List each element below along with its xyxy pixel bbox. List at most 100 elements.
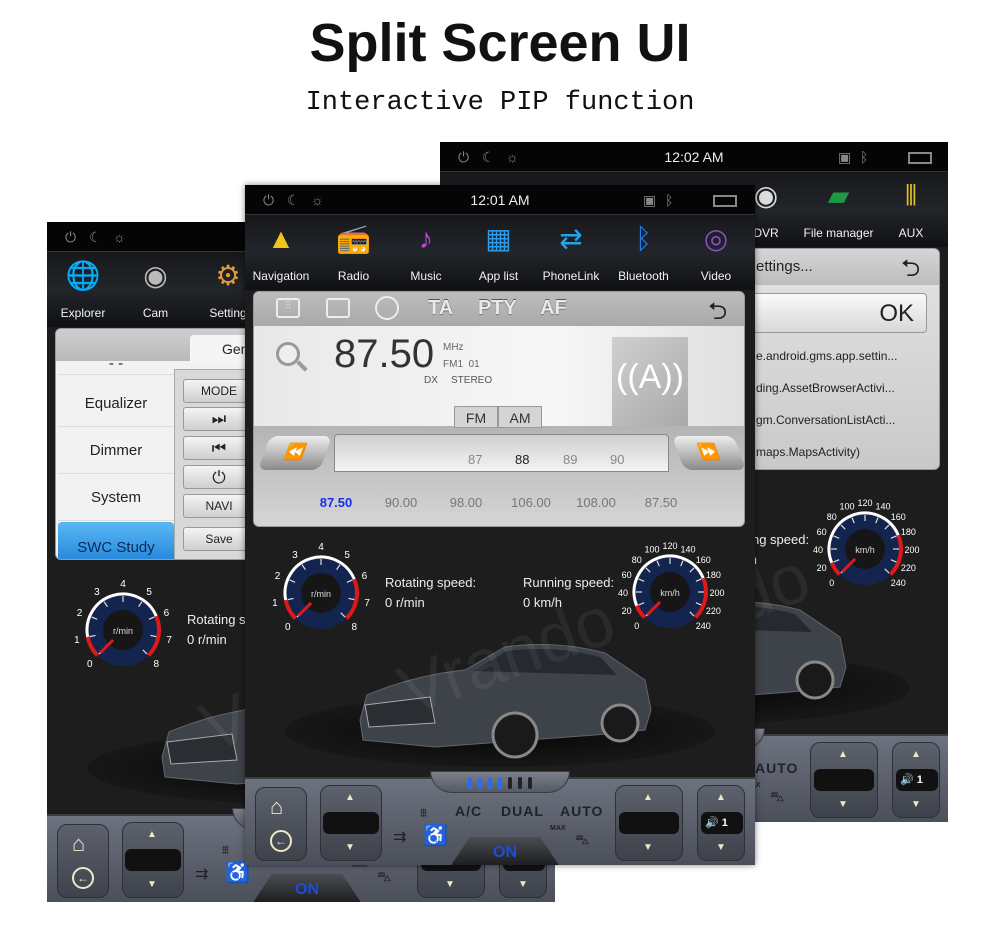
disc-icon[interactable]	[375, 296, 399, 320]
speed-gauge: 020 40 6080100120140160 180 200 220 240 km/h	[618, 541, 725, 631]
frequency-display: 87.50	[334, 332, 435, 376]
multi-window-icon[interactable]	[908, 152, 932, 164]
night-mode-icon[interactable]: ☾	[89, 229, 102, 246]
gauge-tick-label: 4	[120, 579, 126, 590]
airflow-icon[interactable]: ⇉	[393, 827, 406, 847]
list-item[interactable]: e.android.gms.app.settin...	[756, 349, 939, 363]
af-button[interactable]: AF	[540, 297, 567, 320]
preset-2[interactable]: 90.00	[371, 495, 431, 510]
preset-1[interactable]: 87.50	[306, 495, 366, 510]
menu-item-equalizer[interactable]: Equalizer	[58, 381, 174, 427]
scale-label: 90	[610, 452, 625, 467]
right-temp-control[interactable]: ▲▼	[810, 742, 878, 818]
gauge-tick-label: 200	[709, 588, 724, 598]
app-aux[interactable]: ⫴ AUX	[875, 172, 947, 247]
gauge-tick-label: 1	[272, 598, 278, 609]
brightness-icon[interactable]: ☼	[113, 229, 126, 245]
dialog-title: ettings...	[756, 258, 813, 275]
pty-button[interactable]: PTY	[478, 297, 517, 320]
temp-down-icon[interactable]: ▼	[345, 842, 355, 853]
preset-5[interactable]: 108.00	[566, 495, 626, 510]
auto-button[interactable]: AUTO	[755, 760, 798, 776]
app-cam[interactable]: ◉ Cam	[120, 252, 192, 327]
volume-control[interactable]: ▲ 🔊 1 ▼	[697, 785, 745, 861]
brightness-icon[interactable]: ☼	[506, 149, 519, 165]
app-bluetooth[interactable]: ᛒ Bluetooth	[608, 215, 680, 290]
app-phonelink[interactable]: ⇄ PhoneLink	[535, 215, 607, 290]
home-icon[interactable]: ⌂	[270, 794, 283, 820]
volume-down-icon[interactable]: ▼	[716, 842, 726, 853]
defrost-icon[interactable]: ⩩	[420, 805, 427, 821]
app-music[interactable]: ♪ Music	[390, 215, 462, 290]
menu-item-dimmer[interactable]: Dimmer	[58, 428, 174, 474]
airflow-icon[interactable]: ⇉	[195, 864, 208, 884]
recirculation-icon[interactable]: ⛍	[377, 868, 391, 887]
night-mode-icon[interactable]: ☾	[287, 192, 300, 209]
preset-3[interactable]: 98.00	[436, 495, 496, 510]
app-radio[interactable]: 📻 Radio	[318, 215, 390, 290]
power-on-button[interactable]: ON	[450, 837, 560, 865]
menu-item-top[interactable]: - -	[58, 353, 174, 375]
menu-item-swc-study[interactable]: SWC Study	[58, 522, 174, 559]
seek-next-button[interactable]: ⏩	[671, 436, 744, 470]
am-button[interactable]: AM	[498, 406, 542, 428]
menu-item-system[interactable]: System	[58, 475, 174, 521]
temp-down-icon[interactable]: ▼	[838, 799, 848, 810]
temp-up-icon[interactable]: ▲	[147, 829, 157, 840]
fan-level-bar	[468, 777, 472, 789]
left-temp-control[interactable]: ▲▼	[320, 785, 382, 861]
list-item[interactable]: gm.ConversationListActi...	[756, 413, 939, 427]
brightness-icon[interactable]: ☼	[311, 192, 324, 208]
night-mode-icon[interactable]: ☾	[482, 149, 495, 166]
app-file-manager[interactable]: ▰ File manager	[803, 172, 875, 247]
seat-icon[interactable]: ♿	[423, 823, 448, 848]
volume-down-icon[interactable]: ▼	[911, 799, 921, 810]
back-icon[interactable]: ←	[72, 867, 94, 889]
volume-control[interactable]: ▲ 🔊 1 ▼	[892, 742, 940, 818]
back-icon[interactable]: ←	[270, 830, 292, 852]
multi-window-icon[interactable]	[713, 195, 737, 207]
gauge-tick-label: 20	[622, 606, 632, 616]
gauge-tick-label: 1	[74, 635, 80, 646]
climate-bar: ⌂←▲▼⩩A/CDUALAUTO⇉♿ONMAX⛍▲▼▲🔊 1▼	[245, 771, 755, 865]
seek-prev-button[interactable]: ⏪	[257, 436, 333, 470]
temp-down-icon[interactable]: ▼	[643, 842, 653, 853]
app-explorer[interactable]: 🌐 Explorer	[47, 252, 119, 327]
power-on-button[interactable]: ON	[252, 874, 362, 902]
temp-up-icon[interactable]: ▲	[838, 749, 848, 760]
fm-button[interactable]: FM	[454, 406, 498, 428]
app-video[interactable]: ◎ Video	[680, 215, 752, 290]
speaker-icon[interactable]	[326, 298, 350, 318]
power-icon[interactable]: ⏻	[65, 229, 76, 246]
temp-up-icon[interactable]: ▲	[643, 792, 653, 803]
left-temp-control[interactable]: ▲▼	[122, 822, 184, 898]
gauge-tick-label: 160	[891, 512, 906, 522]
right-temp-control[interactable]: ▲▼	[615, 785, 683, 861]
power-icon[interactable]: ⏻	[458, 149, 469, 166]
defrost-icon[interactable]: ⩩	[222, 842, 229, 858]
back-icon[interactable]: ⮌	[901, 251, 920, 292]
preset-4[interactable]: 106.00	[501, 495, 561, 510]
list-item[interactable]: ding.AssetBrowserActivi...	[756, 381, 939, 395]
dual-button[interactable]: DUAL	[501, 803, 544, 819]
app-app-list[interactable]: ▦ App list	[463, 215, 535, 290]
ta-button[interactable]: TA	[428, 297, 453, 320]
fan-speed-indicator[interactable]	[430, 771, 570, 793]
power-icon[interactable]: ⏻	[263, 192, 274, 209]
preset-6[interactable]: 87.50	[631, 495, 691, 510]
home-icon[interactable]: ⌂	[72, 831, 85, 857]
volume-up-icon[interactable]: ▲	[716, 792, 726, 803]
app-navigation[interactable]: ▲ Navigation	[245, 215, 317, 290]
volume-display: 🔊 1	[701, 812, 743, 834]
list-item[interactable]: maps.MapsActivity)	[756, 445, 939, 459]
recirculation-icon[interactable]: ⛍	[770, 788, 784, 807]
volume-down-icon[interactable]: ▼	[518, 879, 528, 890]
temp-down-icon[interactable]: ▼	[445, 879, 455, 890]
temp-down-icon[interactable]: ▼	[147, 879, 157, 890]
volume-up-icon[interactable]: ▲	[911, 749, 921, 760]
temp-up-icon[interactable]: ▲	[345, 792, 355, 803]
auto-button[interactable]: AUTO	[560, 803, 603, 819]
ac-button[interactable]: A/C	[455, 803, 482, 819]
recirculation-icon[interactable]: ⛍	[575, 831, 589, 850]
equalizer-icon[interactable]: ⫶⫶	[276, 298, 300, 318]
